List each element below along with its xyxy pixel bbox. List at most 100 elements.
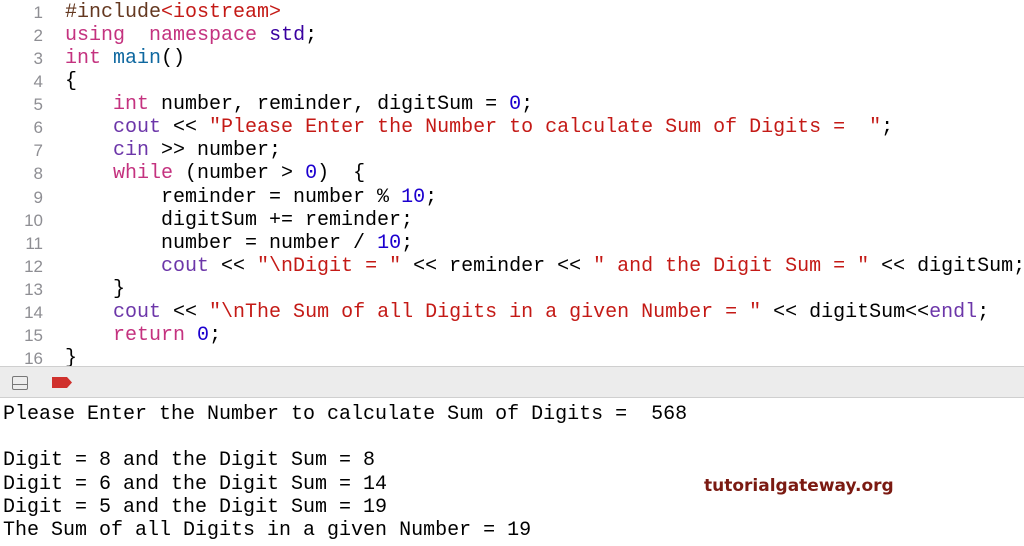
code-token: cout <box>161 254 210 278</box>
code-line: 12 cout << "\nDigit = " << reminder << "… <box>0 255 1024 278</box>
code-text: cout << "Please Enter the Number to calc… <box>65 116 893 139</box>
code-token: endl <box>929 300 978 324</box>
line-number: 4 <box>33 72 43 92</box>
code-token: std <box>269 24 306 48</box>
line-number: 13 <box>24 279 43 299</box>
code-token: main <box>113 47 162 71</box>
code-token: (number > <box>173 162 306 186</box>
code-token: "\nThe Sum of all Digits in a given Numb… <box>209 300 762 324</box>
code-token: 0 <box>197 323 210 347</box>
code-token: ; <box>209 323 222 347</box>
code-token: ; <box>305 24 318 48</box>
code-token: << digitSum; <box>869 254 1024 278</box>
line-number: 8 <box>33 164 43 184</box>
code-token: ) { <box>317 162 366 186</box>
code-token: << reminder << <box>401 254 594 278</box>
code-text: } <box>65 347 77 366</box>
debug-toolbar <box>0 366 1024 398</box>
console-line: Digit = 8 and the Digit Sum = 8 <box>3 449 376 473</box>
code-text: return 0; <box>65 324 221 347</box>
code-line: 3 int main() <box>0 47 1024 70</box>
code-text: int main() <box>65 47 185 70</box>
code-token: ; <box>881 116 894 140</box>
code-line: 14 cout << "\nThe Sum of all Digits in a… <box>0 301 1024 324</box>
code-token: number, reminder, digitSum = <box>149 93 510 117</box>
code-line: 10 digitSum += reminder; <box>0 209 1024 232</box>
code-token: " and the Digit Sum = " <box>593 254 870 278</box>
code-line: 15 return 0; <box>0 324 1024 347</box>
code-token: 10 <box>377 231 402 255</box>
line-number: 5 <box>33 95 43 115</box>
code-text: number = number / 10; <box>65 232 413 255</box>
code-line: 5 int number, reminder, digitSum = 0; <box>0 93 1024 116</box>
code-token: digitSum += reminder; <box>65 208 414 232</box>
code-line: 6 cout << "Please Enter the Number to ca… <box>0 116 1024 139</box>
code-text: cin >> number; <box>65 139 281 162</box>
line-number: 3 <box>33 49 43 69</box>
code-text: #include<iostream> <box>65 1 281 24</box>
code-token: namespace <box>149 24 258 48</box>
console-line: Digit = 5 and the Digit Sum = 19 <box>3 495 388 519</box>
code-line: 9 reminder = number % 10; <box>0 186 1024 209</box>
code-text: cout << "\nDigit = " << reminder << " an… <box>65 255 1024 278</box>
code-token: return <box>113 323 186 347</box>
code-text: cout << "\nThe Sum of all Digits in a gi… <box>65 301 989 324</box>
bottom-panel-icon[interactable] <box>12 376 28 390</box>
code-token: { <box>65 70 78 94</box>
code-text: using namespace std; <box>65 24 317 47</box>
code-token: << <box>209 254 258 278</box>
code-token: ; <box>401 231 414 255</box>
code-token: } <box>65 347 78 366</box>
code-token: int <box>65 47 102 71</box>
code-token: "Please Enter the Number to calculate Su… <box>209 116 882 140</box>
code-text: int number, reminder, digitSum = 0; <box>65 93 533 116</box>
code-token: cin <box>113 139 150 163</box>
code-editor[interactable]: 1 #include<iostream> 2 using namespace std;… <box>0 0 1024 366</box>
code-token: << digitSum<< <box>761 300 930 324</box>
code-token: << <box>161 116 210 140</box>
code-token: ; <box>521 93 534 117</box>
code-token: int <box>113 93 150 117</box>
code-token: "\nDigit = " <box>257 254 402 278</box>
code-line: 2 using namespace std; <box>0 24 1024 47</box>
line-number: 15 <box>24 325 43 345</box>
line-number: 1 <box>33 3 43 22</box>
code-text: { <box>65 70 77 93</box>
console-line: Please Enter the Number to calculate Sum… <box>3 403 688 426</box>
line-number: 14 <box>24 302 43 322</box>
code-token: reminder = number % <box>65 185 402 209</box>
code-token: 10 <box>401 185 426 209</box>
code-text: reminder = number % 10; <box>65 186 437 209</box>
code-token: () <box>161 47 186 71</box>
code-line: 13 } <box>0 278 1024 301</box>
code-line: 8 while (number > 0) { <box>0 162 1024 185</box>
code-token: while <box>113 162 174 186</box>
code-token: using <box>65 24 126 48</box>
code-token: >> number; <box>149 139 282 163</box>
code-line: 11 number = number / 10; <box>0 232 1024 255</box>
line-number: 7 <box>33 141 43 161</box>
console-output[interactable]: Please Enter the Number to calculate Sum… <box>0 403 1024 546</box>
code-line: 7 cin >> number; <box>0 139 1024 162</box>
code-token: 0 <box>305 162 318 186</box>
code-text: while (number > 0) { <box>65 162 365 185</box>
code-token: ; <box>977 300 990 324</box>
code-token: } <box>65 277 126 301</box>
code-token: 0 <box>509 93 522 117</box>
line-number: 2 <box>33 26 43 46</box>
line-number: 11 <box>25 233 43 253</box>
code-line: 16} <box>0 347 1024 366</box>
code-line: 4{ <box>0 70 1024 93</box>
breakpoint-icon[interactable] <box>52 377 72 388</box>
code-token: cout <box>113 116 162 140</box>
